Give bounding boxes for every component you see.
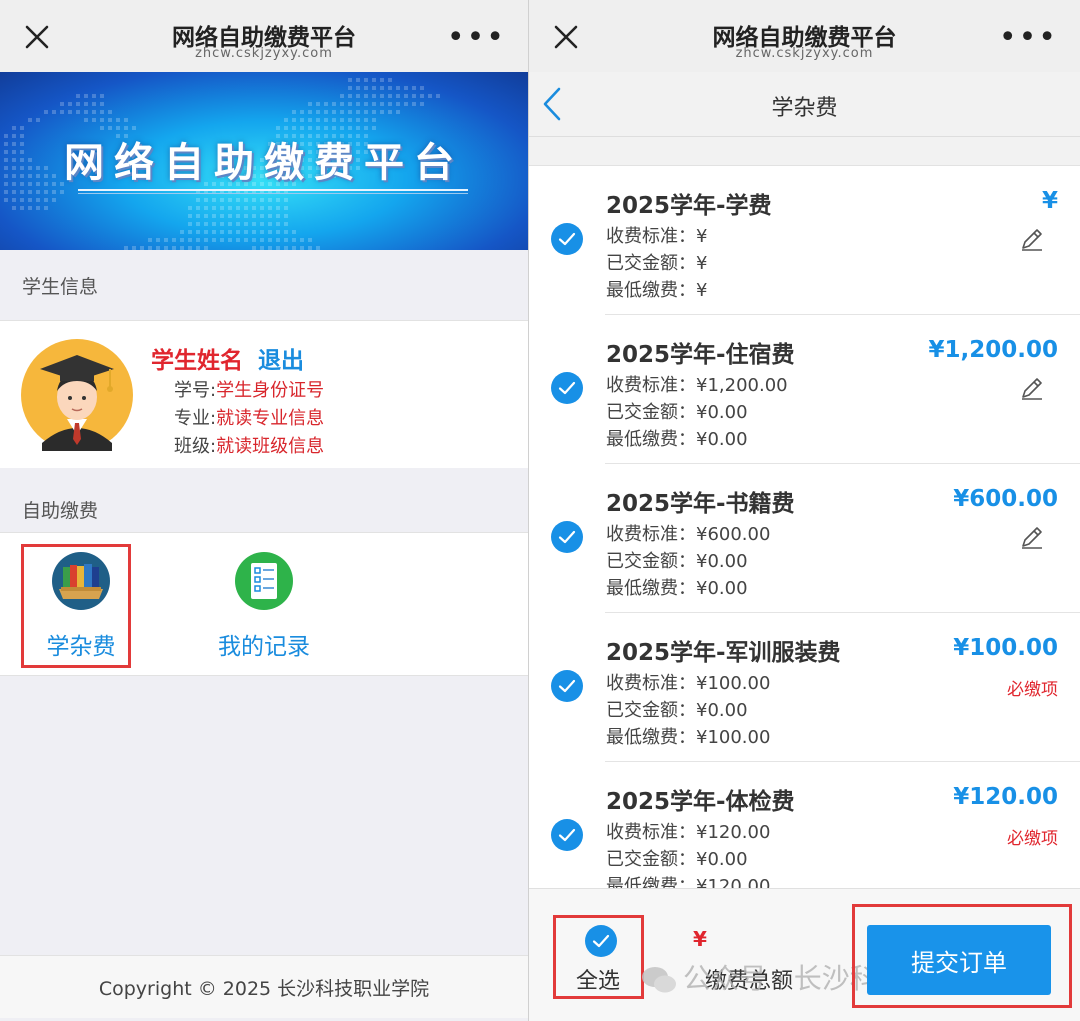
wechat-icon — [642, 967, 676, 993]
banner: 网络自助缴费平台 — [0, 72, 528, 250]
required-badge: 必缴项 — [1007, 829, 1058, 849]
fee-name: 2025学年-住宿费 — [606, 342, 795, 368]
edit-icon[interactable] — [1019, 226, 1045, 252]
fee-checkbox[interactable] — [551, 223, 583, 255]
fee-name: 2025学年-学费 — [606, 193, 772, 219]
fee-paid: 已交金额：¥0.00 — [606, 551, 748, 572]
browser-top-bar: 网络自助缴费平台 zhcw.cskjzyxy.com ••• — [0, 0, 528, 72]
fee-minimum: 最低缴费：¥100.00 — [606, 727, 771, 748]
fee-standard: 收费标准：¥100.00 — [606, 673, 771, 694]
page-domain: zhcw.cskjzyxy.com — [735, 46, 874, 61]
fee-paid: 已交金额：¥0.00 — [606, 402, 748, 423]
graduate-avatar-icon — [21, 339, 133, 451]
edit-icon[interactable] — [1019, 524, 1045, 550]
student-section-title: 学生信息 — [22, 276, 99, 298]
checkout-bar: 全选 ¥ 缴费总额 公众号 · 长沙科技职业学院 提交订单 — [529, 888, 1080, 1021]
student-id-row: 学号:学生身份证号 — [174, 376, 324, 402]
fee-list: 2025学年-学费 收费标准：¥ 已交金额：¥ 最低缴费：¥ ¥2025学年-住宿费 收费… — [529, 165, 1080, 889]
student-class-value: 就读班级信息 — [216, 436, 325, 457]
student-major-value: 就读专业信息 — [216, 408, 325, 429]
fee-amount: ¥120.00 — [953, 784, 1058, 810]
student-id-label: 学号: — [174, 380, 217, 401]
fee-standard: 收费标准：¥1,200.00 — [606, 375, 788, 396]
student-info-card: 学生姓名 退出 学号:学生身份证号 专业:就读专业信息 班级:就读班级信息 — [0, 320, 528, 470]
left-screen: 网络自助缴费平台 zhcw.cskjzyxy.com ••• 网络自助缴费平台 … — [0, 0, 528, 1021]
student-name: 学生姓名 — [151, 348, 243, 374]
student-major-label: 专业: — [174, 408, 217, 429]
fee-name: 2025学年-体检费 — [606, 789, 795, 815]
fee-standard: 收费标准：¥600.00 — [606, 524, 771, 545]
fee-item-row[interactable]: 2025学年-住宿费收费标准：¥1,200.00 已交金额：¥0.00 最低缴费：¥… — [529, 315, 1080, 464]
nav-bar: 学杂费 — [529, 72, 1080, 137]
checklist-icon — [235, 552, 293, 610]
fee-standard: 收费标准：¥ — [606, 226, 708, 247]
edit-icon[interactable] — [1019, 375, 1045, 401]
logout-link[interactable]: 退出 — [258, 341, 304, 375]
footer: Copyright © 2025 长沙科技职业学院 — [0, 955, 528, 1018]
fee-checkbox[interactable] — [551, 819, 583, 851]
right-screen: 网络自助缴费平台 zhcw.cskjzyxy.com ••• 学杂费 2025学… — [529, 0, 1080, 1021]
fee-minimum: 最低缴费：¥ — [606, 280, 708, 301]
fee-item-row[interactable]: 2025学年-体检费收费标准：¥120.00 已交金额：¥0.00 最低缴费：¥12… — [529, 762, 1080, 889]
fee-paid: 已交金额：¥0.00 — [606, 700, 748, 721]
student-class-label: 班级: — [174, 436, 217, 457]
banner-title: 网络自助缴费平台 — [64, 140, 464, 186]
copyright-text: Copyright © 2025 长沙科技职业学院 — [98, 978, 430, 1000]
fee-name: 2025学年-军训服装费 — [606, 640, 841, 666]
more-icon[interactable]: ••• — [447, 23, 506, 53]
fee-standard: 收费标准：¥120.00 — [606, 822, 771, 843]
highlight-box-select-all — [553, 915, 644, 999]
fee-item-row[interactable]: 2025学年-军训服装费收费标准：¥100.00 已交金额：¥0.00 最低缴费：¥… — [529, 613, 1080, 762]
student-id-value: 学生身份证号 — [216, 380, 325, 401]
payment-section-title: 自助缴费 — [22, 500, 99, 522]
fee-paid: 已交金额：¥0.00 — [606, 849, 748, 870]
fee-minimum: 最低缴费：¥0.00 — [606, 429, 748, 450]
more-icon[interactable]: ••• — [999, 23, 1058, 53]
highlight-box-tuition — [21, 544, 131, 668]
nav-title: 学杂费 — [771, 96, 838, 121]
banner-underline-thin — [78, 193, 468, 194]
fee-amount: ¥600.00 — [953, 486, 1058, 512]
fee-name: 2025学年-书籍费 — [606, 491, 795, 517]
student-section-header: 学生信息 — [0, 250, 528, 318]
my-records-label: 我的记录 — [218, 634, 310, 660]
browser-top-bar-right: 网络自助缴费平台 zhcw.cskjzyxy.com ••• — [529, 0, 1080, 72]
fee-minimum: 最低缴费：¥120.00 — [606, 876, 771, 889]
fee-checkbox[interactable] — [551, 521, 583, 553]
fee-item-row[interactable]: 2025学年-学费收费标准：¥ 已交金额：¥ 最低缴费：¥ ¥ — [529, 166, 1080, 315]
fee-amount: ¥100.00 — [953, 635, 1058, 661]
payment-section-header: 自助缴费 — [0, 468, 528, 532]
fee-amount: ¥ — [1041, 188, 1058, 214]
banner-underline — [78, 189, 468, 191]
fee-minimum: 最低缴费：¥0.00 — [606, 578, 748, 599]
student-major-row: 专业:就读专业信息 — [174, 404, 324, 430]
total-amount: ¥ — [693, 927, 707, 951]
fee-checkbox[interactable] — [551, 372, 583, 404]
fee-amount: ¥1,200.00 — [928, 337, 1059, 363]
fee-item-row[interactable]: 2025学年-书籍费收费标准：¥600.00 已交金额：¥0.00 最低缴费：¥0.… — [529, 464, 1080, 613]
fee-checkbox[interactable] — [551, 670, 583, 702]
student-class-row: 班级:就读班级信息 — [174, 432, 324, 458]
highlight-box-submit — [852, 904, 1072, 1008]
required-badge: 必缴项 — [1007, 680, 1058, 700]
my-records-button[interactable]: 我的记录 — [204, 543, 324, 671]
fee-paid: 已交金额：¥ — [606, 253, 708, 274]
